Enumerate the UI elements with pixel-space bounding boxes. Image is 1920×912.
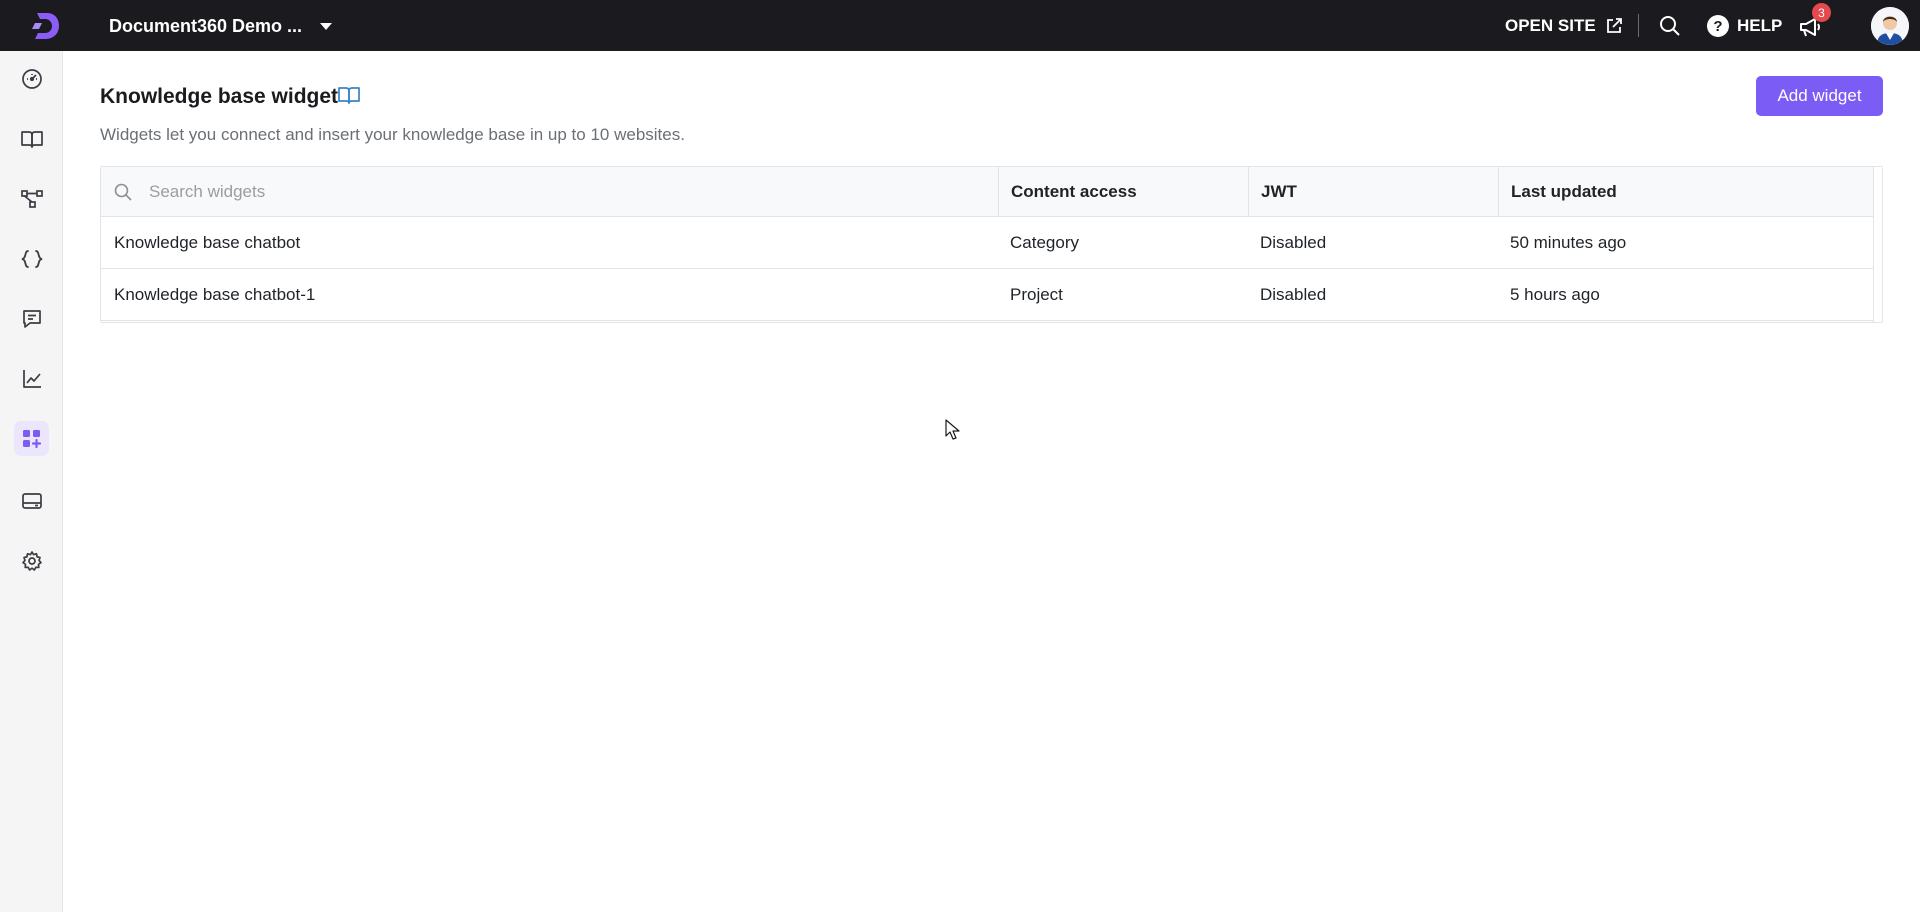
widget-icon [22, 429, 41, 448]
table-header: Content access JWT Last updated [101, 167, 1882, 217]
help-label: HELP [1737, 16, 1783, 35]
open-site-label: OPEN SITE [1505, 16, 1596, 35]
mouse-cursor-icon [945, 419, 960, 440]
widget-name[interactable]: Knowledge base chatbot-1 [114, 269, 984, 321]
search-input[interactable] [149, 177, 969, 207]
gear-icon [21, 550, 42, 571]
top-bar: Document360 Demo ... OPEN SITE ? HELP 3 [0, 0, 1920, 51]
sidebar-item-settings[interactable] [14, 543, 49, 578]
sidebar-item-api-docs[interactable] [14, 241, 49, 276]
content-access-value: Category [1010, 233, 1079, 252]
chart-icon [22, 369, 41, 388]
external-link-icon [1606, 18, 1622, 33]
sidebar-item-workflow[interactable] [14, 181, 49, 216]
book-icon [20, 130, 43, 148]
project-name: Document360 Demo ... [109, 15, 303, 36]
help-icon: ? [1707, 15, 1729, 37]
document360-logo[interactable] [28, 8, 64, 44]
last-updated-value: 5 hours ago [1510, 285, 1600, 304]
sidebar-item-site-builder[interactable] [14, 483, 49, 518]
last-updated-value: 50 minutes ago [1510, 233, 1627, 252]
table-row[interactable]: Knowledge base chatbot Category Disabled… [101, 217, 1882, 269]
topbar-divider [1638, 14, 1639, 37]
content-access-value: Project [1010, 285, 1063, 304]
flow-icon [20, 189, 43, 208]
column-header-jwt[interactable]: JWT [1248, 167, 1498, 217]
search-widgets [101, 167, 998, 217]
search-icon [114, 183, 132, 201]
layout-icon [21, 492, 42, 509]
widgets-table: Content access JWT Last updated Knowledg… [100, 166, 1883, 323]
project-selector[interactable]: Document360 Demo ... [109, 14, 333, 38]
table-scrollbar[interactable] [1873, 167, 1882, 322]
user-avatar[interactable] [1871, 7, 1909, 45]
sidebar-item-documentation[interactable] [14, 121, 49, 156]
page-subtitle: Widgets let you connect and insert your … [100, 125, 685, 144]
help-menu[interactable]: ? HELP [1707, 13, 1782, 39]
widget-name[interactable]: Knowledge base chatbot [114, 217, 984, 269]
column-header-last-updated[interactable]: Last updated [1498, 167, 1873, 217]
jwt-value: Disabled [1260, 285, 1327, 304]
braces-icon [21, 249, 42, 268]
sidebar [0, 51, 63, 912]
table-row[interactable]: Knowledge base chatbot-1 Project Disable… [101, 269, 1882, 321]
sidebar-item-analytics[interactable] [14, 361, 49, 396]
sidebar-item-feedback[interactable] [14, 301, 49, 336]
caret-down-icon [320, 22, 333, 30]
column-header-content-access[interactable]: Content access [998, 167, 1248, 217]
page-title: Knowledge base widget [100, 85, 339, 108]
notification-badge: 3 [1812, 3, 1831, 22]
comment-icon [22, 309, 41, 328]
open-site-link[interactable]: OPEN SITE [1505, 14, 1624, 38]
jwt-value: Disabled [1260, 233, 1327, 252]
sidebar-item-dashboard[interactable] [14, 61, 49, 96]
global-search-icon[interactable] [1658, 14, 1682, 38]
gauge-icon [21, 68, 42, 89]
add-widget-button[interactable]: Add widget [1756, 76, 1883, 116]
documentation-book-icon[interactable] [337, 84, 361, 108]
sidebar-item-widgets[interactable] [14, 421, 49, 456]
